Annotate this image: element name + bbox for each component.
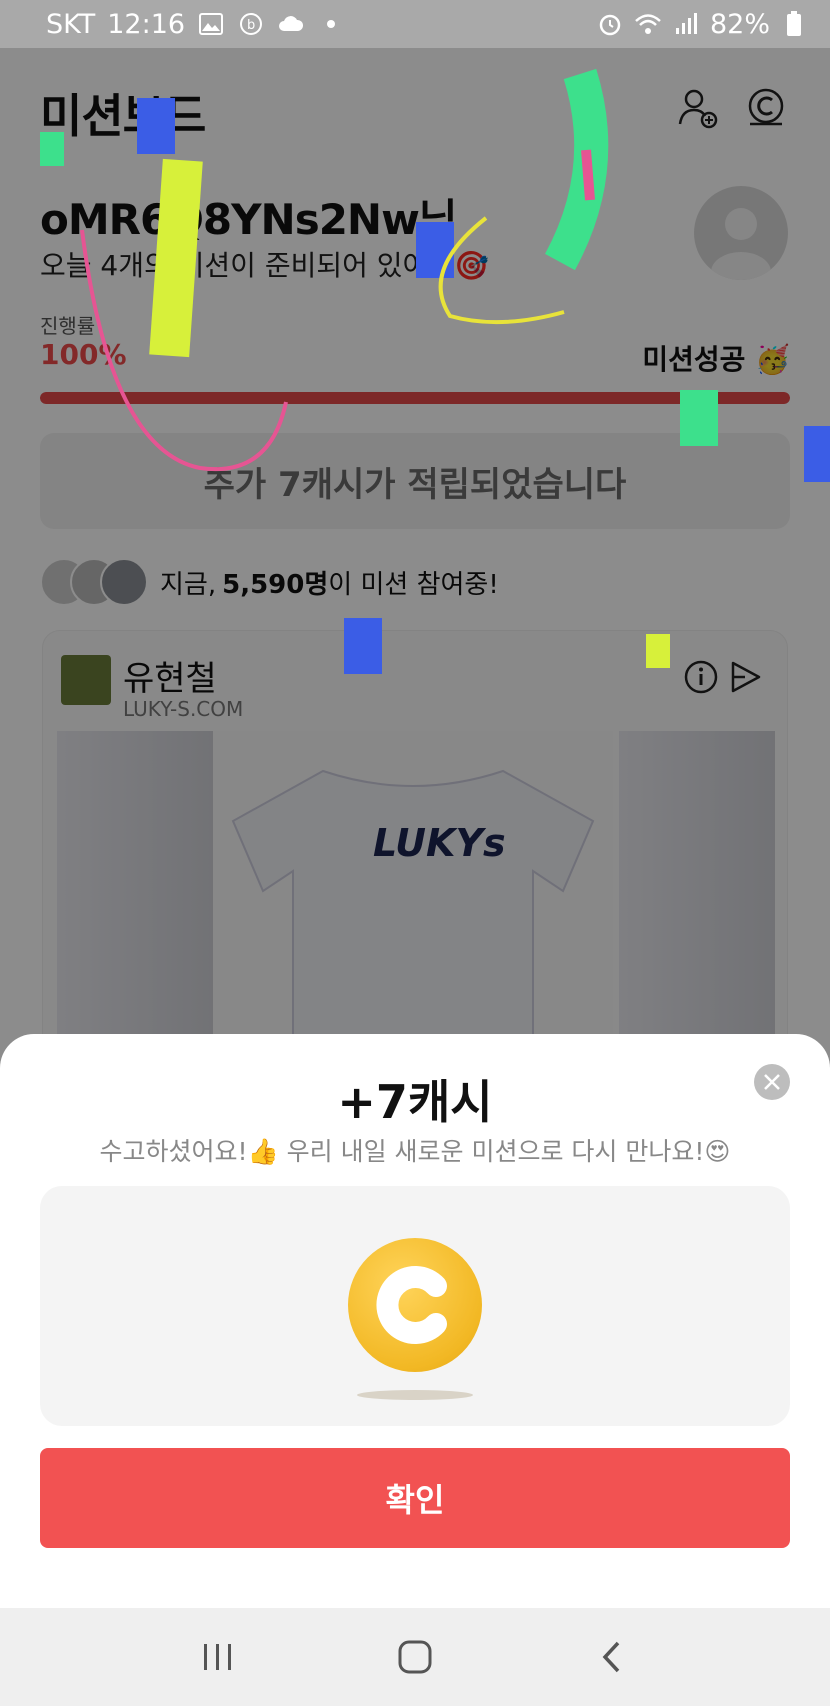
reward-subtitle: 수고하셨어요!👍 우리 내일 새로운 미션으로 다시 만나요!😍 [99,1137,731,1166]
recent-apps-icon[interactable] [193,1632,243,1682]
coin-box [40,1186,790,1426]
coin-icon [348,1238,482,1372]
confetti-piece [646,634,670,668]
confetti-streamers [80,68,609,472]
reward-title: +7캐시 [337,1075,493,1129]
coin-shadow [357,1390,473,1400]
close-icon[interactable] [754,1064,790,1100]
navigation-bar [0,1608,830,1706]
home-icon[interactable] [390,1632,440,1682]
confetti-piece [344,618,382,674]
reward-sheet: +7캐시 수고하셨어요!👍 우리 내일 새로운 미션으로 다시 만나요!😍 확인 [0,1034,830,1608]
back-icon[interactable] [587,1632,637,1682]
confirm-button[interactable]: 확인 [40,1448,790,1548]
